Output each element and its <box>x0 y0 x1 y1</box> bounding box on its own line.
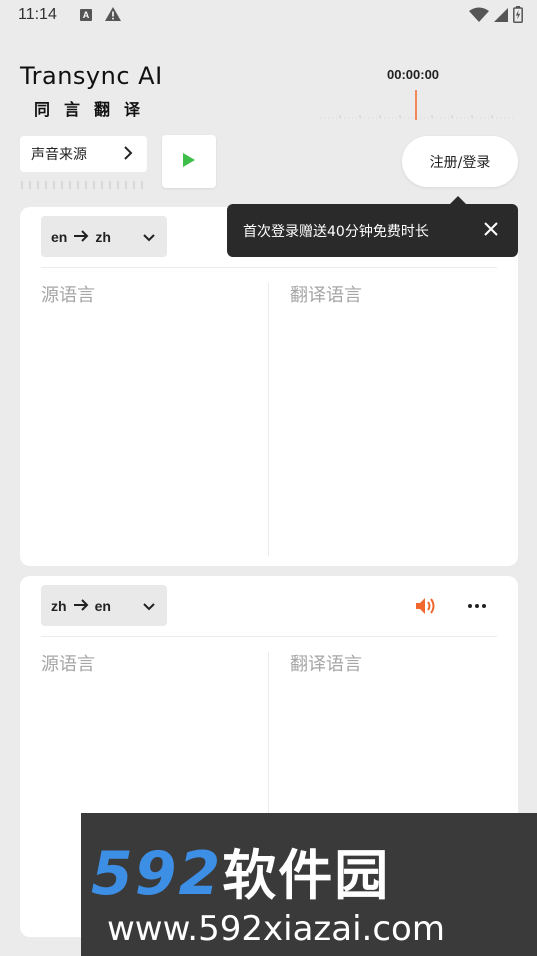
volume-meter <box>21 181 143 189</box>
app-logo-title: Transync AI <box>20 62 163 90</box>
from-language: zh <box>51 597 67 614</box>
watermark-brand-text: 软件园 <box>222 844 391 907</box>
free-time-tooltip: 首次登录赠送40分钟免费时长 <box>227 196 518 257</box>
language-pair-select[interactable]: en zh <box>41 216 167 257</box>
arrow-right-icon <box>73 598 89 614</box>
play-button[interactable] <box>162 135 216 188</box>
translation-panel-1: en zh 源语言 翻译语言 <box>20 207 518 566</box>
divider <box>41 636 497 637</box>
tooltip-text: 首次登录赠送40分钟免费时长 <box>243 223 429 240</box>
register-login-button[interactable]: 注册/登录 <box>402 136 518 187</box>
a-notification-icon: A <box>80 9 92 21</box>
arrow-right-icon <box>73 229 89 245</box>
translation-text-area: 翻译语言 <box>290 285 362 306</box>
chevron-down-icon <box>143 598 155 614</box>
source-text-area[interactable]: 源语言 <box>41 281 95 307</box>
chevron-down-icon <box>143 229 155 245</box>
status-bar: 11:14 A <box>0 0 537 32</box>
more-options-icon[interactable] <box>466 596 488 616</box>
watermark-brand: 592软件园 <box>91 831 390 910</box>
app-logo-subtitle: 同言翻译 <box>34 100 155 119</box>
audio-waveform <box>320 90 515 120</box>
status-time: 11:14 <box>18 6 57 23</box>
language-pair-select[interactable]: zh en <box>41 585 167 626</box>
warning-icon <box>104 6 122 26</box>
watermark-url: www.592xiazai.com <box>107 909 445 949</box>
watermark-overlay: 592软件园 www.592xiazai.com <box>81 813 537 956</box>
column-divider <box>268 283 269 556</box>
source-text-area[interactable]: 源语言 <box>41 650 95 676</box>
close-icon[interactable] <box>480 218 502 240</box>
to-language: en <box>94 597 111 614</box>
recording-timer: 00:00:00 <box>387 67 440 82</box>
wifi-icon <box>469 7 489 27</box>
audio-source-label: 声音来源 <box>31 147 87 163</box>
divider <box>41 267 497 268</box>
watermark-brand-number: 592 <box>91 839 223 909</box>
to-language: zh <box>95 228 111 245</box>
audio-source-button[interactable]: 声音来源 <box>20 136 147 172</box>
chevron-right-icon <box>123 145 133 164</box>
signal-icon <box>493 7 509 27</box>
from-language: en <box>51 228 68 245</box>
speaker-icon[interactable] <box>414 595 438 617</box>
play-icon <box>182 152 196 172</box>
translation-text-area: 翻译语言 <box>290 654 362 675</box>
battery-charging-icon <box>513 6 523 27</box>
